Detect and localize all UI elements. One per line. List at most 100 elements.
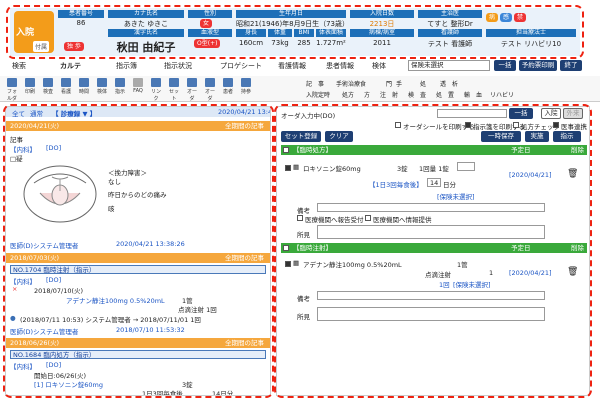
do-link[interactable]: [DO] (46, 276, 61, 284)
order-a-tool[interactable]: オーダ (186, 78, 198, 102)
tab-treat[interactable]: 処 (420, 79, 426, 88)
tab-place[interactable]: 置 (448, 90, 454, 99)
tab-inject[interactable]: 注 (380, 90, 386, 99)
section-checkbox[interactable] (283, 245, 289, 251)
tab-regular[interactable]: 入院定時 (306, 90, 330, 99)
band-date: 2020/04/21(火) (10, 122, 60, 130)
outpatient-toggle[interactable]: 外来 (563, 108, 583, 119)
menu-progress[interactable]: プロゲシート (220, 61, 262, 71)
menu-chart[interactable]: カルテ (60, 61, 81, 71)
order-date: 2018/07/10(火) (34, 287, 84, 295)
set-tool[interactable]: セット (168, 78, 180, 102)
trash-icon[interactable]: 🗑 (567, 169, 578, 179)
end-button[interactable]: 終了 (560, 60, 582, 71)
print-order-checkbox[interactable] (465, 122, 471, 128)
bring-tool[interactable]: 持参 (240, 78, 252, 98)
tab-article[interactable]: 事 (318, 79, 324, 88)
report-checkbox[interactable] (297, 215, 303, 221)
link-tool[interactable]: リンク (150, 78, 162, 102)
menu-patient-info[interactable]: 患者情報 (326, 61, 354, 71)
seal-checkbox[interactable] (395, 122, 401, 128)
tab-surgery[interactable]: 手術治療食 (336, 79, 366, 88)
tab-gate[interactable]: 門 (386, 79, 392, 88)
drug-checkbox[interactable] (285, 165, 291, 171)
do-link[interactable]: [DO] (46, 144, 61, 152)
findings-input[interactable] (317, 225, 545, 239)
exam-tool[interactable]: 検査 (42, 78, 54, 98)
tool-label: 時間 (78, 89, 89, 95)
tab-prescription[interactable]: 処方 (342, 90, 354, 99)
drug-date[interactable]: [2020/04/21] (509, 171, 552, 179)
dose-input[interactable] (457, 162, 475, 171)
tab-proc[interactable]: 処 (436, 90, 442, 99)
inpatient-toggle[interactable]: 入院 (541, 108, 561, 119)
folder-tool[interactable]: フォルダ (6, 78, 18, 102)
days-input[interactable]: 14 (427, 178, 441, 187)
weight-value: 73kg (271, 39, 289, 47)
time-tool[interactable]: 時間 (78, 78, 90, 98)
tab-dialysis[interactable]: 透 (440, 79, 446, 88)
set-register-button[interactable]: セット登録 (281, 131, 321, 142)
tab-record[interactable]: 記 (306, 79, 312, 88)
tab-inspect[interactable]: 検 (408, 90, 414, 99)
remark-input[interactable] (317, 203, 545, 212)
medical-link-checkbox[interactable] (553, 122, 559, 128)
section-checkbox[interactable] (283, 147, 289, 153)
menu-order-status[interactable]: 指示状況 (164, 61, 192, 71)
tab-hand[interactable]: 手 (396, 79, 402, 88)
insurance-select[interactable]: 保険未選択 (408, 60, 490, 71)
menu-search[interactable]: 検索 (12, 61, 26, 71)
signature: 医師(D)システム管理者 (10, 328, 79, 336)
drug-frequency: 【1日3回毎食後】 (369, 181, 423, 189)
tool-label: セット (168, 89, 179, 102)
clear-button[interactable]: クリア (325, 131, 353, 142)
all-period-link[interactable]: 全期間の記事 (225, 121, 264, 131)
all-button[interactable]: 一括 (509, 108, 533, 119)
nurse-name: テスト 看護師 (427, 40, 473, 48)
execute-button[interactable]: 実施 (525, 131, 549, 142)
faq-tool[interactable]: FAQ (132, 78, 144, 98)
all-button[interactable]: 一括 (494, 60, 516, 71)
all-period-link[interactable]: 全期間の記事 (225, 253, 264, 263)
menu-nursing[interactable]: 看護情報 (278, 61, 306, 71)
tab-blood[interactable]: 血 (476, 90, 482, 99)
order-button[interactable]: 指示 (553, 131, 581, 142)
patient-name: 秋田 由紀子 (116, 41, 176, 54)
bsa-label: 体表面積 (316, 29, 346, 37)
drug-checkbox[interactable] (285, 261, 291, 267)
insurance-link[interactable]: [保険未選択] (453, 279, 491, 289)
remark-input[interactable] (317, 291, 545, 300)
tab-analysis[interactable]: 析 (452, 79, 458, 88)
info-checkbox[interactable] (365, 215, 371, 221)
tab-rehab[interactable]: リハビリ (490, 90, 514, 99)
tool-label: フォルダ (6, 89, 17, 102)
entry-input[interactable] (437, 109, 507, 118)
record-dropdown[interactable]: 【 診療録 ▼ 】 (52, 108, 96, 118)
trash-icon[interactable]: 🗑 (567, 267, 578, 277)
print-icon (25, 78, 35, 87)
insurance-link[interactable]: [保険未選択] (437, 191, 475, 201)
filter-normal[interactable]: 通常 (30, 108, 43, 118)
reha-label: 担当療法士 (486, 29, 576, 37)
all-period-link[interactable]: 全期間の記事 (225, 338, 264, 348)
findings-input[interactable] (317, 307, 545, 321)
menu-specimen[interactable]: 検体 (372, 61, 386, 71)
order-tool[interactable]: 指示 (114, 78, 126, 98)
tab-shot[interactable]: 射 (392, 90, 398, 99)
patient-tool[interactable]: 患者 (222, 78, 234, 98)
print-tool[interactable]: 印刷 (24, 78, 36, 98)
filter-all[interactable]: 全て (12, 108, 25, 118)
temp-save-button[interactable]: 一時保存 (481, 131, 521, 142)
patient-id: 86 (76, 19, 86, 27)
menu-order-book[interactable]: 指示簿 (116, 61, 137, 71)
order-b-tool[interactable]: オーダ (204, 78, 216, 102)
nursing-tool[interactable]: 看護 (60, 78, 72, 98)
drug-date[interactable]: [2020/04/21] (509, 269, 552, 277)
tab-transfuse[interactable]: 輸 (464, 90, 470, 99)
do-link[interactable]: [DO] (46, 361, 61, 369)
tab-way[interactable]: 方 (364, 90, 370, 99)
tab-exam[interactable]: 査 (420, 90, 426, 99)
rx-check-checkbox[interactable] (513, 122, 519, 128)
specimen-tool[interactable]: 検体 (96, 78, 108, 98)
reserve-print-button[interactable]: 予約票印刷 (519, 60, 557, 71)
